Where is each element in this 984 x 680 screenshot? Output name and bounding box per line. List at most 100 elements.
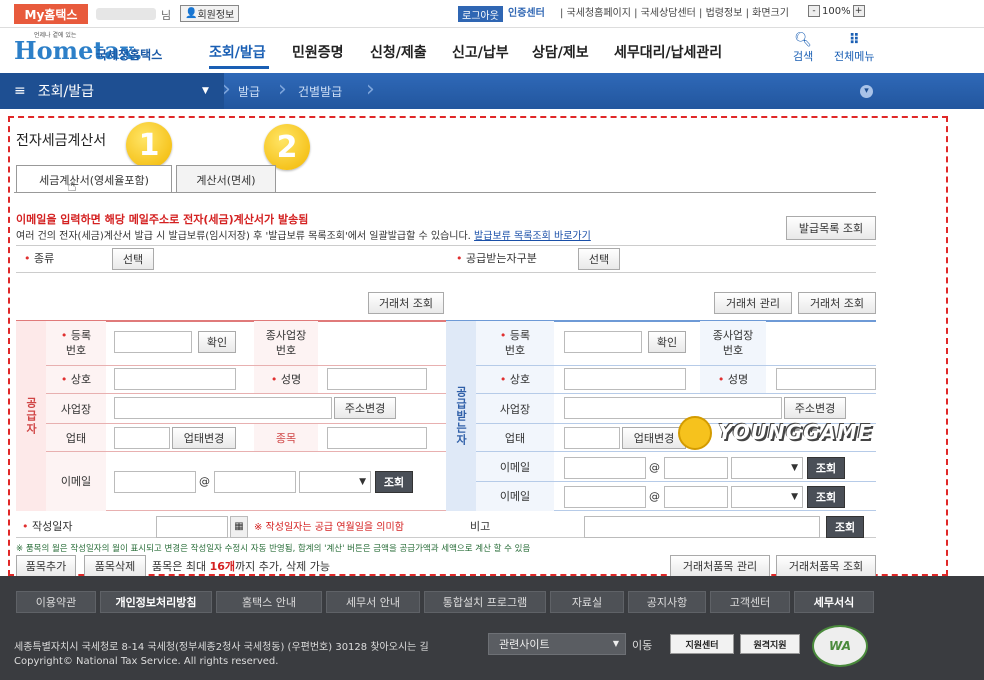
search-button[interactable]: 🔍︎ 검색 [793,32,813,64]
receiver-regno-input[interactable] [564,331,642,353]
supplier-confirm-button[interactable]: 확인 [198,331,236,353]
supplier-email-domain-select[interactable]: ▼ [299,471,371,493]
receiver-email1-lookup-button[interactable]: 조회 [807,457,845,479]
chevron-down-icon: ▼ [791,492,798,502]
receiver-email2-id-input[interactable] [564,486,646,508]
go-button[interactable]: 이동 [632,637,652,653]
footer-library[interactable]: 자료실 [550,591,624,613]
receiver-company-input[interactable] [564,368,686,390]
breadcrumb-level3[interactable]: 건별발급 [298,83,342,100]
receiver-name-input[interactable] [776,368,876,390]
receiver-confirm-button[interactable]: 확인 [648,331,686,353]
footer-notice[interactable]: 공지사항 [628,591,706,613]
calendar-icon[interactable]: ▦ [230,516,248,538]
auth-center-link[interactable]: 인증센터 [508,6,545,22]
zoom-out-button[interactable]: - [808,5,820,17]
nav-tax-agent[interactable]: 세무대리/납세관리 [614,42,722,62]
receiver-email2-lookup-button[interactable]: 조회 [807,486,845,508]
partner-item-lookup-button[interactable]: 거래처품목 조회 [776,555,876,577]
receiver-email2-label: 이메일 [499,490,531,503]
nav-certificates[interactable]: 민원증명 [292,42,344,62]
kind-select-button[interactable]: 선택 [112,248,154,270]
supplier-partner-lookup-button[interactable]: 거래처 조회 [368,292,444,314]
support-center-button[interactable]: 지원센터 [670,634,734,654]
emoji-face-icon [678,416,712,450]
user-name-blurred [96,8,156,20]
breadcrumb-menu[interactable]: ≡ 조회/발급 ▼ [0,73,224,109]
partner-item-manage-button[interactable]: 거래처품목 관리 [670,555,770,577]
directions-link[interactable]: 찾아오시는 길 [370,642,428,653]
receiver-name-label: • 성명 [717,373,749,386]
top-links[interactable]: | 국세청홈페이지 | 국세상담센터 | 법령정보 | 화면크기 [560,6,789,22]
add-item-button[interactable]: 품목추가 [16,555,76,577]
all-menu-button[interactable]: ⠿ 전체메뉴 [834,32,874,64]
supplier-email-id-input[interactable] [114,471,196,493]
supplier-email-label: 이메일 [60,475,92,488]
logo-sub: 국세청홈택스 [96,48,163,62]
footer-hometax-guide[interactable]: 홈택스 안내 [216,591,322,613]
recv-type-select-button[interactable]: 선택 [578,248,620,270]
receiver-email2-domain-input[interactable] [664,486,728,508]
supplier-change-biz-button[interactable]: 업태변경 [172,427,236,449]
supplier-email-lookup-button[interactable]: 조회 [375,471,413,493]
supplier-item-input[interactable] [327,427,427,449]
receiver-biztype-input[interactable] [564,427,620,449]
issue-list-button[interactable]: 발급목록 조회 [786,216,876,240]
supplier-company-input[interactable] [114,368,236,390]
remote-support-button[interactable]: 원격지원 [740,634,800,654]
receiver-email1-id-input[interactable] [564,457,646,479]
supplier-header: 공급자 [16,321,46,511]
footer-office-guide[interactable]: 세무서 안내 [326,591,420,613]
member-info-label: 회원정보 [197,10,235,21]
zoom-in-button[interactable]: + [852,5,865,17]
breadcrumb: ≡ 조회/발급 ▼ › 발급 › 건별발급 › ▾ [0,73,984,109]
nav-application[interactable]: 신청/제출 [370,42,427,62]
receiver-partner-lookup-button[interactable]: 거래처 조회 [798,292,876,314]
breadcrumb-level2[interactable]: 발급 [238,83,260,100]
supplier-biztype-input[interactable] [114,427,170,449]
nav-filing-payment[interactable]: 신고/납부 [452,42,509,62]
receiver-email2-domain-select[interactable]: ▼ [731,486,803,508]
receiver-email1-label: 이메일 [499,461,531,474]
write-date-input[interactable] [156,516,228,538]
delete-item-button[interactable]: 품목삭제 [84,555,146,577]
hometax-logo[interactable]: 언제나 곁에 있는 Hometax. 국세청홈택스 [14,30,184,70]
supplier-address-input[interactable] [114,397,332,419]
supplier-regno-input[interactable] [114,331,192,353]
member-info-button[interactable]: 👤 회원정보 [180,5,240,22]
footer-privacy[interactable]: 개인정보처리방침 [100,591,212,613]
my-hometax-button[interactable]: My홈택스 [14,4,88,24]
supplier-change-address-button[interactable]: 주소변경 [334,397,396,419]
nav-inquiry-issue[interactable]: 조회/발급 [209,42,266,62]
footer-install-program[interactable]: 통합설치 프로그램 [424,591,546,613]
row-line [476,481,876,482]
tab-tax-invoice[interactable]: 세금계산서(영세율포함) [16,165,172,193]
receiver-partner-manage-button[interactable]: 거래처 관리 [714,292,792,314]
hold-list-link[interactable]: 발급보류 목록조회 바로가기 [474,231,591,242]
user-suffix: 님 [161,9,172,22]
logout-button[interactable]: 로그아웃 [458,6,503,22]
row-line [46,365,446,366]
tab-invoice-exempt[interactable]: 계산서(면세) [176,165,276,193]
row-line [46,451,446,452]
chevron-down-icon[interactable]: ▾ [860,85,873,98]
supplier-email-domain-input[interactable] [214,471,296,493]
grid-icon: ⠿ [848,32,860,48]
items-note: ※ 품목의 월은 작성일자의 월이 표시되고 변경은 작성일자 수정시 자동 반… [16,544,531,554]
receiver-email1-domain-select[interactable]: ▼ [731,457,803,479]
nav-consult[interactable]: 상담/제보 [532,42,589,62]
supplier-regno-label: • 등록 번호 [60,329,92,357]
supplier-address-label: 사업장 [60,403,92,416]
chevron-down-icon: ▼ [359,477,366,487]
related-sites-select[interactable]: 관련사이트 ▼ [488,633,626,655]
supplier-name-input[interactable] [327,368,427,390]
footer-customer-center[interactable]: 고객센터 [710,591,790,613]
watermark-text: YOUNGGAME [718,420,873,444]
remark-lookup-button[interactable]: 조회 [826,516,864,538]
remark-input[interactable] [584,516,820,538]
receiver-email1-domain-input[interactable] [664,457,728,479]
footer-terms[interactable]: 이용약관 [16,591,96,613]
footer-tax-forms[interactable]: 세무서식 [794,591,874,613]
step-badge-1: 1 [126,122,172,168]
items-limit: 품목은 최대 16개까지 추가, 삭제 가능 [152,560,330,573]
